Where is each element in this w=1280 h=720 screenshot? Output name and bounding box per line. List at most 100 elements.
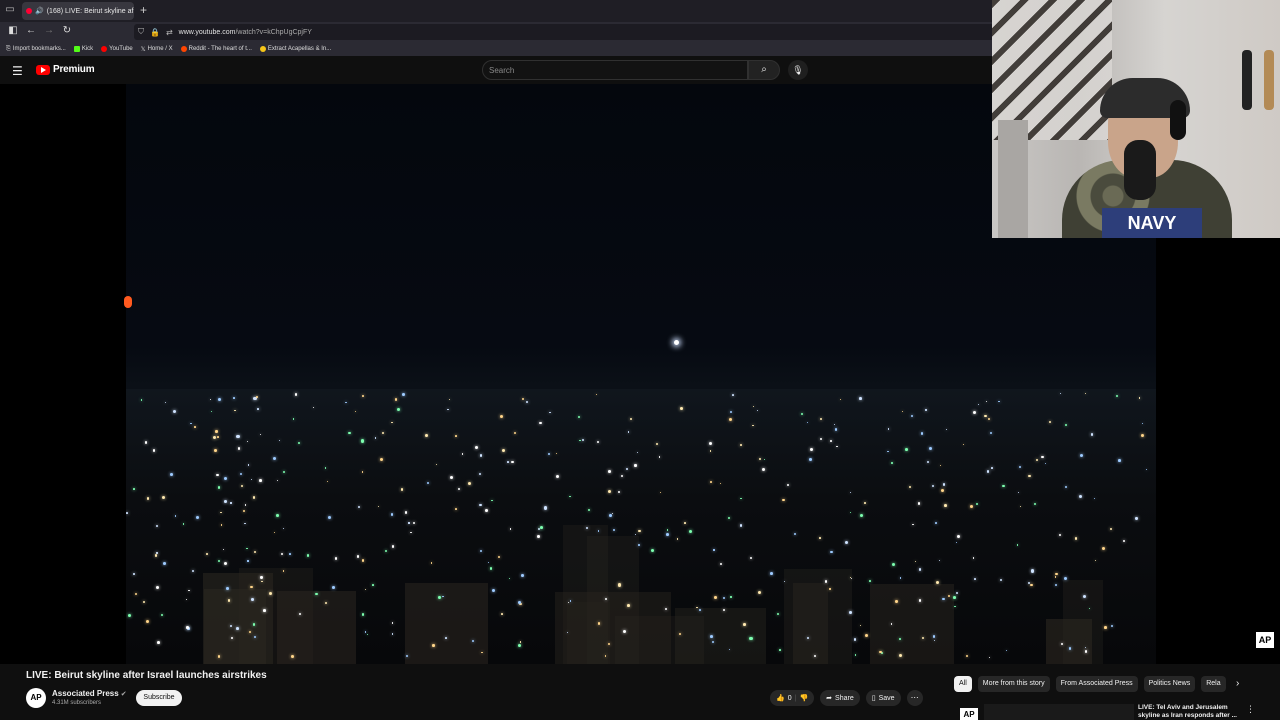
forward-arrow-icon[interactable]: → (42, 25, 56, 36)
city-light (952, 596, 956, 600)
city-light (397, 408, 401, 412)
new-tab-button[interactable]: + (140, 3, 147, 17)
city-light (1054, 576, 1057, 578)
browser-tab-active[interactable]: 🔊 (168) LIVE: Beirut skyline af × (22, 2, 134, 20)
close-tab-icon[interactable]: × (133, 7, 134, 16)
city-light (489, 567, 493, 570)
recommended-video[interactable]: AP LIVE: Tel Aviv and Jerusalem skyline … (958, 704, 1280, 720)
more-actions-icon[interactable]: ⋯ (906, 690, 923, 706)
city-light (164, 402, 166, 404)
city-light (1145, 469, 1147, 471)
city-light (1118, 458, 1122, 462)
channel-name[interactable]: Associated Press ✔ (52, 689, 127, 698)
thumbs-up-icon[interactable]: 👍 (776, 694, 785, 702)
city-light (607, 470, 611, 474)
permissions-icon[interactable]: ⇄ (166, 28, 173, 37)
youtube-favicon-icon (26, 8, 32, 14)
recommended-title[interactable]: LIVE: Tel Aviv and Jerusalem skyline as … (1138, 704, 1238, 720)
city-light (1044, 463, 1046, 465)
search-input[interactable]: Search (482, 60, 748, 80)
city-light (1016, 544, 1018, 546)
reload-icon[interactable]: ↻ (60, 25, 74, 36)
city-light (507, 461, 509, 463)
city-light (276, 480, 278, 482)
city-light (525, 401, 528, 404)
city-light (372, 584, 374, 586)
building (404, 582, 488, 664)
channel-avatar[interactable]: AP (26, 688, 46, 708)
city-light (752, 424, 754, 427)
save-button[interactable]: ▯ Save (865, 690, 901, 706)
city-light (183, 523, 185, 525)
address-bar[interactable]: ⛉ 🔒 ⇄ www.youtube.com /watch?v=kChpUgCpj… (134, 24, 994, 40)
sidebar-toggle-icon[interactable]: ◧ (6, 25, 20, 36)
city-light (972, 411, 976, 415)
city-light (972, 557, 975, 559)
orange-marker (124, 296, 132, 308)
city-light (728, 417, 732, 421)
city-light (291, 654, 294, 658)
city-light (954, 605, 956, 607)
ap-watermark-logo: AP (1256, 632, 1274, 648)
bookmark-x[interactable]: 𝕏 Home / X (141, 46, 173, 53)
city-light (810, 448, 814, 451)
city-light (259, 479, 262, 482)
city-light (213, 436, 217, 440)
chip-from-associated-press[interactable]: From Associated Press (1055, 676, 1138, 692)
city-light (709, 480, 712, 483)
search-button[interactable]: ⌕ (748, 60, 780, 80)
city-light (608, 489, 612, 493)
back-arrow-icon[interactable]: ← (24, 25, 38, 36)
city-light (478, 472, 482, 476)
tab-list-icon[interactable]: ▭ (4, 4, 16, 16)
youtube-play-icon (36, 64, 50, 75)
shield-icon[interactable]: ⛉ (138, 27, 144, 37)
chip-politics-news[interactable]: Politics News (1143, 676, 1196, 692)
chip-all[interactable]: All (954, 676, 972, 692)
city-light (360, 439, 364, 443)
city-light (425, 434, 429, 438)
city-light (944, 503, 948, 507)
city-light (230, 502, 232, 504)
city-light (1041, 456, 1044, 459)
x-icon: 𝕏 (140, 46, 146, 53)
voice-search-button[interactable]: 🎙 (788, 60, 808, 80)
city-light (217, 559, 221, 562)
url-path: /watch?v=kChpUgCpjFY (235, 28, 312, 36)
bookmark-youtube[interactable]: YouTube (101, 46, 133, 52)
city-light (709, 450, 712, 452)
share-arrow-icon: ➦ (826, 695, 833, 702)
kebab-menu-icon[interactable]: ⋮ (1246, 704, 1255, 715)
share-button[interactable]: ➦ Share (820, 690, 860, 706)
city-light (224, 477, 228, 481)
city-light (579, 439, 581, 442)
chip-related[interactable]: Rela (1201, 676, 1226, 692)
city-light (740, 444, 743, 446)
ap-logo: AP (960, 708, 978, 720)
recommended-thumbnail[interactable] (984, 704, 1134, 720)
city-light (578, 415, 581, 418)
city-light (991, 466, 993, 469)
city-light (898, 638, 901, 640)
city-light (1110, 624, 1113, 627)
city-light (547, 452, 550, 455)
city-light (920, 432, 924, 435)
bookmark-kick[interactable]: Kick (73, 46, 93, 52)
thumbs-down-icon[interactable]: 👎 (799, 694, 808, 702)
speaker-icon[interactable]: 🔊 (35, 7, 44, 15)
city-light (905, 448, 909, 452)
city-light (234, 409, 236, 412)
menu-icon[interactable]: ☰ (12, 64, 23, 78)
youtube-logo[interactable]: Premium (36, 64, 95, 75)
city-light (522, 398, 525, 400)
city-light (720, 483, 722, 485)
city-light (217, 486, 220, 489)
lock-icon[interactable]: 🔒 (150, 28, 160, 37)
bookmark-reddit[interactable]: Reddit - The heart of t... (180, 46, 252, 52)
bookmark-import[interactable]: ⎘ Import bookmarks... (6, 46, 66, 53)
city-light (986, 470, 989, 473)
chip-more-from-story[interactable]: More from this story (977, 676, 1050, 692)
bookmark-acapellas[interactable]: Extract Acapellas & In... (259, 46, 331, 52)
chevron-right-icon[interactable]: › (1236, 678, 1239, 689)
subscribe-button[interactable]: Subscribe (136, 690, 182, 706)
